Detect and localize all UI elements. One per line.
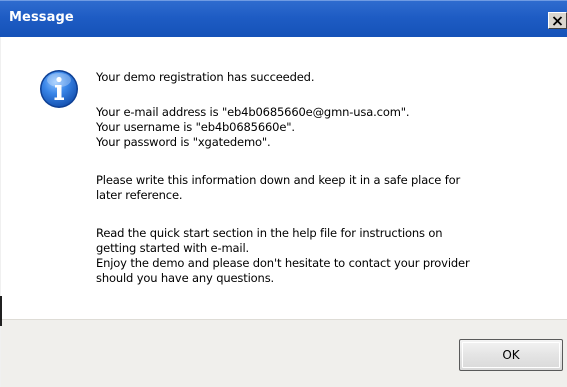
message-line: Enjoy the demo and please don't hesitate… <box>96 256 470 270</box>
message-line: should you have any questions. <box>96 271 275 285</box>
message-line: Please write this information down and k… <box>96 173 461 187</box>
close-button[interactable] <box>548 12 567 29</box>
message-line: later reference. <box>96 188 183 202</box>
message-line: Your e-mail address is "eb4b0685660e@gmn… <box>96 105 410 119</box>
title-bar[interactable]: Message <box>0 0 567 37</box>
window-title: Message <box>9 10 74 25</box>
info-icon <box>40 70 78 108</box>
ok-button[interactable]: OK <box>459 339 563 371</box>
close-icon <box>552 15 563 26</box>
message-line: Read the quick start section in the help… <box>96 226 443 240</box>
message-line: Your password is "xgatedemo". <box>96 135 271 149</box>
message-line: getting started with e-mail. <box>96 241 250 255</box>
window-left-border-mark <box>0 296 2 326</box>
message-dialog: Message Your demo registration has succe… <box>0 0 567 387</box>
message-line: Your username is "eb4b0685660e". <box>96 120 295 134</box>
message-line: Your demo registration has succeeded. <box>96 70 315 84</box>
